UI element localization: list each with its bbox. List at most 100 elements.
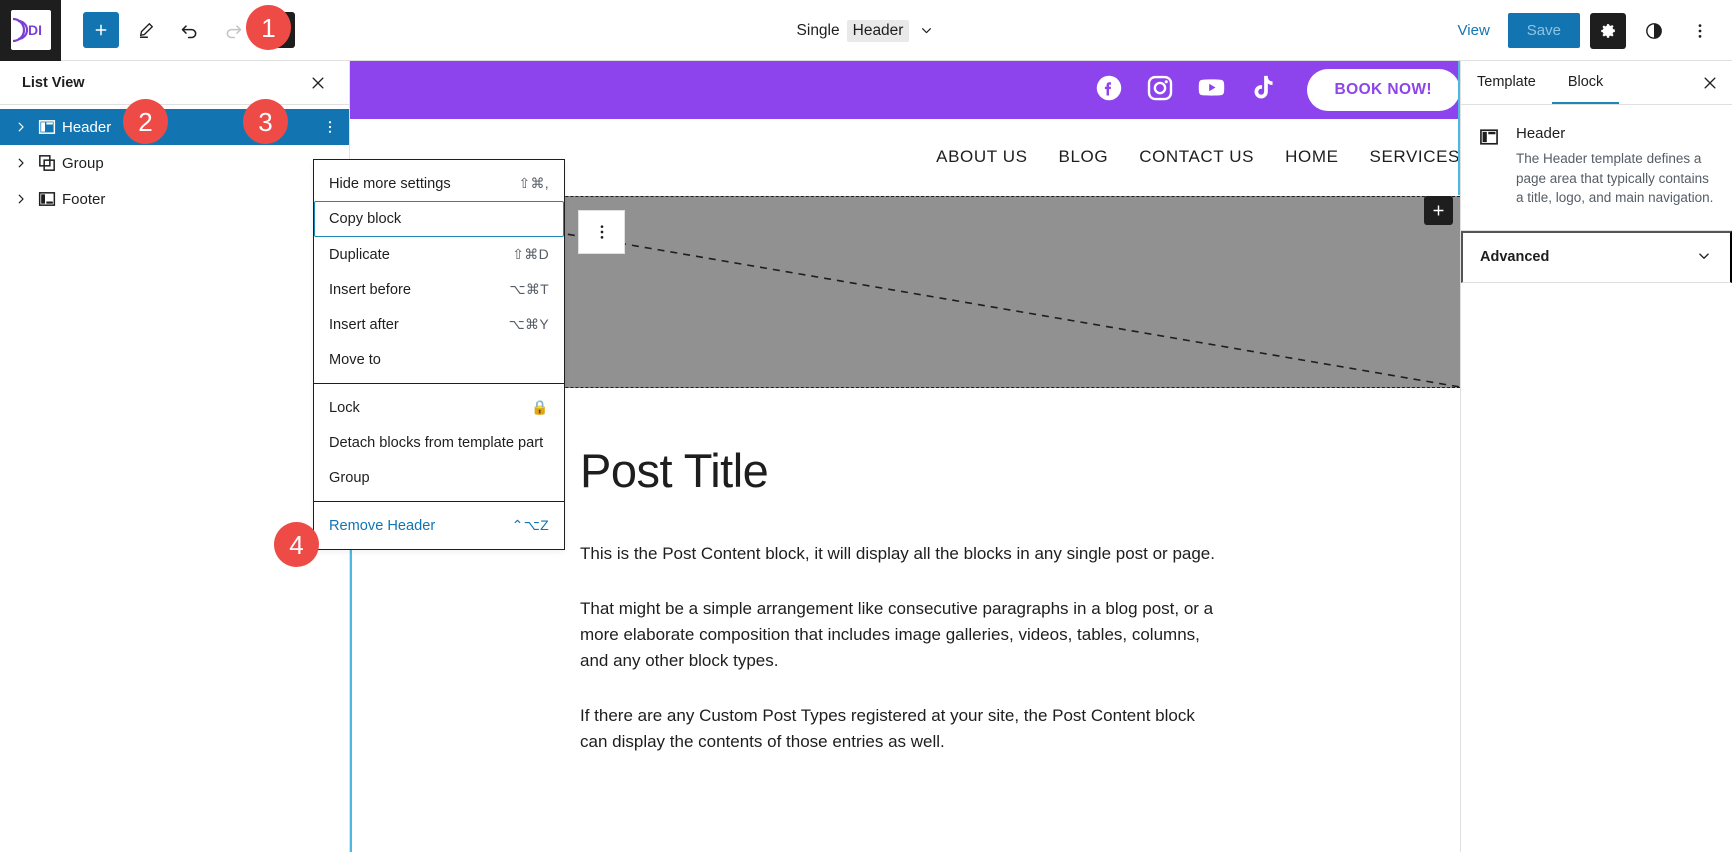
menu-item-group[interactable]: Group xyxy=(314,460,564,495)
callout-marker-4: 4 xyxy=(274,522,319,567)
footer-block-icon xyxy=(32,189,62,209)
block-name: Header xyxy=(1516,125,1566,142)
menu-group-secondary: Lock 🔒 Detach blocks from template part … xyxy=(314,383,564,501)
vertical-dots-icon xyxy=(600,225,603,239)
callout-marker-2: 2 xyxy=(123,99,168,144)
header-block-icon xyxy=(1478,125,1502,208)
tiktok-icon[interactable] xyxy=(1248,73,1277,107)
menu-item-lock[interactable]: Lock 🔒 xyxy=(314,390,564,425)
close-icon xyxy=(312,76,324,89)
advanced-panel-toggle[interactable]: Advanced xyxy=(1461,230,1732,283)
document-dropdown-button[interactable] xyxy=(918,22,935,39)
contrast-circle-icon xyxy=(1646,22,1662,39)
canvas-add-block-button[interactable] xyxy=(1424,196,1453,225)
list-view-header: List View xyxy=(0,61,349,105)
nav-item-contact-us[interactable]: CONTACT US xyxy=(1139,147,1254,167)
menu-item-label: Duplicate xyxy=(329,246,390,263)
advanced-panel-label: Advanced xyxy=(1480,249,1550,266)
styles-button[interactable] xyxy=(1636,13,1672,49)
settings-sidebar: Template Block Header The Header templat… xyxy=(1460,61,1732,852)
facebook-icon[interactable] xyxy=(1094,73,1124,108)
chevron-right-icon[interactable] xyxy=(10,156,32,170)
sidebar-tabs: Template Block xyxy=(1461,61,1732,105)
list-view-close-button[interactable] xyxy=(303,68,333,98)
menu-item-insert-before[interactable]: Insert before ⌥⌘T xyxy=(314,272,564,307)
menu-item-label: Group xyxy=(329,469,370,486)
instagram-icon[interactable] xyxy=(1145,73,1175,108)
post-title[interactable]: Post Title xyxy=(580,446,1460,496)
nav-item-home[interactable]: HOME xyxy=(1285,147,1338,167)
sidebar-close-button[interactable] xyxy=(1688,61,1732,104)
list-item-options-button[interactable] xyxy=(317,118,343,136)
list-view-title: List View xyxy=(22,74,85,91)
list-item-group[interactable]: Group xyxy=(0,145,349,181)
nav-item-services[interactable]: SERVICES xyxy=(1370,147,1460,167)
list-item-header[interactable]: Header xyxy=(0,109,349,145)
chevron-right-icon[interactable] xyxy=(10,120,32,134)
menu-group-primary: Hide more settings ⇧⌘, Copy block Duplic… xyxy=(314,160,564,383)
list-item-label: Footer xyxy=(62,190,106,208)
social-links xyxy=(1094,72,1277,108)
post-paragraph-2[interactable]: That might be a simple arrangement like … xyxy=(580,596,1220,675)
list-item-label: Group xyxy=(62,154,104,172)
menu-item-label: Copy block xyxy=(329,211,402,227)
youtube-icon[interactable] xyxy=(1196,72,1227,108)
block-card-text: Header The Header template defines a pag… xyxy=(1516,125,1715,208)
site-topbar-purple: BOOK NOW! xyxy=(350,61,1460,119)
edit-tool-button[interactable] xyxy=(127,12,163,48)
menu-item-detach-blocks[interactable]: Detach blocks from template part xyxy=(314,425,564,460)
menu-item-shortcut: ⇧⌘, xyxy=(518,175,549,191)
menu-item-hide-more-settings[interactable]: Hide more settings ⇧⌘, xyxy=(314,166,564,201)
block-description: The Header template defines a page area … xyxy=(1516,151,1714,206)
menu-item-shortcut: ⇧⌘D xyxy=(512,246,549,262)
header-block-icon xyxy=(32,117,62,137)
menu-item-remove-header[interactable]: Remove Header ⌃⌥Z xyxy=(314,508,564,543)
menu-item-duplicate[interactable]: Duplicate ⇧⌘D xyxy=(314,237,564,272)
menu-group-destructive: Remove Header ⌃⌥Z xyxy=(314,501,564,549)
post-paragraph-1[interactable]: This is the Post Content block, it will … xyxy=(580,541,1220,567)
tab-block[interactable]: Block xyxy=(1551,61,1620,104)
list-item-footer[interactable]: Footer xyxy=(0,181,349,217)
block-card: Header The Header template defines a pag… xyxy=(1461,105,1732,231)
post-paragraph-3[interactable]: If there are any Custom Post Types regis… xyxy=(580,703,1220,756)
tab-template[interactable]: Template xyxy=(1461,61,1552,104)
lock-icon: 🔒 xyxy=(531,399,549,415)
editor-root: DI Single Header View Save BOOK NOW! ABO… xyxy=(0,0,1732,852)
menu-item-shortcut: ⌥⌘T xyxy=(509,281,549,297)
plus-icon xyxy=(1433,205,1444,216)
close-icon xyxy=(1704,76,1716,89)
book-now-button[interactable]: BOOK NOW! xyxy=(1306,69,1460,111)
menu-item-label: Insert before xyxy=(329,281,411,298)
top-bar-actions: View Save xyxy=(1450,0,1718,61)
menu-item-label: Hide more settings xyxy=(329,175,451,192)
menu-item-label: Move to xyxy=(329,351,381,368)
redo-arrow-icon xyxy=(226,24,241,38)
menu-item-label: Lock xyxy=(329,399,360,416)
menu-item-shortcut: ⌃⌥Z xyxy=(511,517,549,533)
block-toolbar-options-button[interactable] xyxy=(578,210,625,254)
chevron-right-icon[interactable] xyxy=(10,192,32,206)
save-button[interactable]: Save xyxy=(1507,13,1580,48)
gear-icon xyxy=(1600,24,1615,38)
view-button[interactable]: View xyxy=(1450,16,1498,45)
menu-item-copy-block[interactable]: Copy block xyxy=(314,201,564,237)
undo-button[interactable] xyxy=(171,12,207,48)
vertical-dots-icon xyxy=(1698,23,1702,38)
settings-button[interactable] xyxy=(1590,12,1626,49)
nav-item-about-us[interactable]: ABOUT US xyxy=(936,147,1027,167)
nav-item-blog[interactable]: BLOG xyxy=(1059,147,1109,167)
site-logo-button[interactable]: DI xyxy=(0,0,61,61)
undo-arrow-icon xyxy=(181,24,196,38)
logo-text: DI xyxy=(28,22,42,38)
callout-marker-1: 1 xyxy=(246,5,291,50)
block-options-menu: Hide more settings ⇧⌘, Copy block Duplic… xyxy=(313,159,565,550)
menu-item-shortcut: ⌥⌘Y xyxy=(508,316,549,332)
list-view-rows: Header Group Footer xyxy=(0,105,349,217)
more-options-button[interactable] xyxy=(1682,13,1718,49)
menu-item-move-to[interactable]: Move to xyxy=(314,342,564,377)
menu-item-label: Detach blocks from template part xyxy=(329,434,544,451)
add-block-button[interactable] xyxy=(83,12,119,48)
list-view-panel: List View Header Group Footer xyxy=(0,61,350,852)
logo-icon: DI xyxy=(12,17,42,43)
menu-item-insert-after[interactable]: Insert after ⌥⌘Y xyxy=(314,307,564,342)
